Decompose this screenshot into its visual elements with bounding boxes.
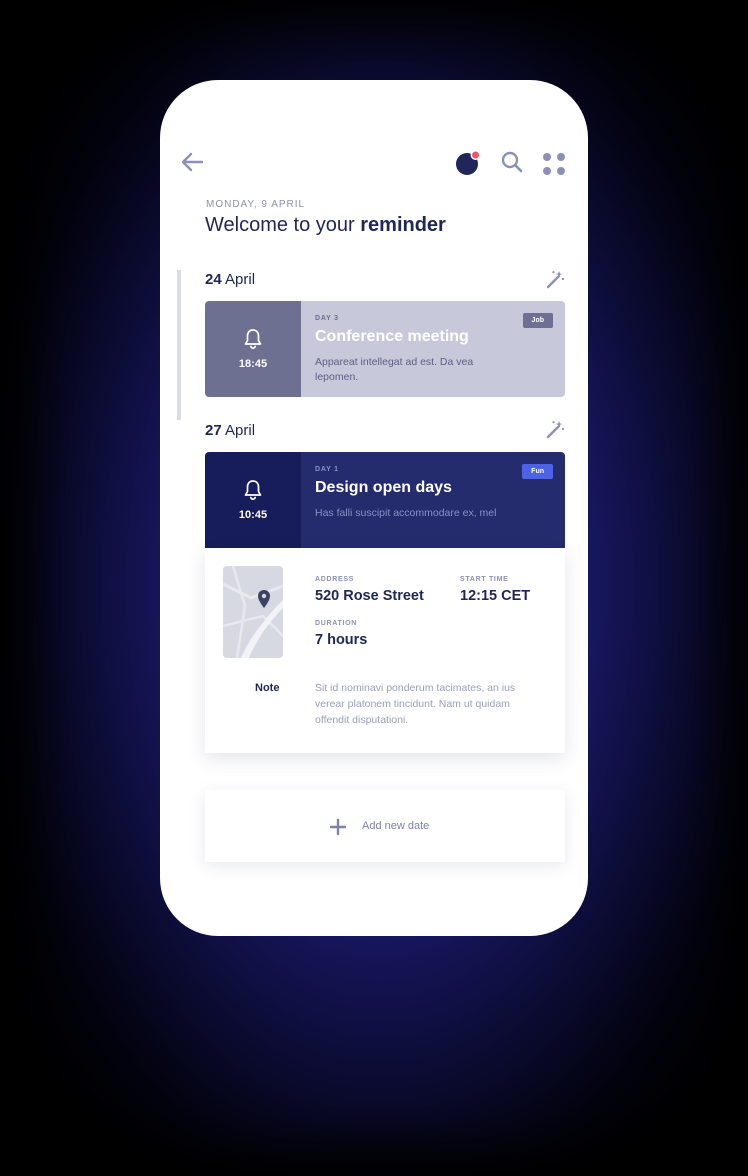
- day-month: April: [221, 422, 256, 439]
- card-title: Conference meeting: [315, 328, 469, 345]
- card-day-label: DAY 1: [315, 466, 339, 473]
- start-time-label: START TIME: [460, 576, 509, 583]
- title-bold: reminder: [360, 214, 446, 236]
- magic-wand-icon: [546, 421, 565, 439]
- tag-badge: Job: [522, 313, 553, 328]
- day-header-27-april: 27 April: [205, 422, 255, 439]
- card-title: Design open days: [315, 479, 452, 496]
- top-bar: [160, 80, 588, 200]
- card-time: 10:45: [238, 509, 268, 521]
- plus-icon: [329, 818, 347, 836]
- card-time-panel: 18:45: [205, 301, 301, 397]
- duration-label: DURATION: [315, 620, 358, 627]
- tag-badge: Fun: [522, 464, 553, 479]
- note-text: Sit id nominavi ponderum tacimates, an i…: [315, 682, 516, 726]
- add-new-date-button[interactable]: Add new date: [205, 790, 565, 862]
- avatar-button[interactable]: [455, 150, 481, 176]
- card-time: 18:45: [238, 358, 268, 370]
- edit-day-button[interactable]: [544, 419, 566, 441]
- reminder-card-conference[interactable]: 18:45 DAY 3 Conference meeting Appareat …: [205, 301, 565, 397]
- timeline-indicator: [177, 270, 181, 420]
- card-day-label: DAY 3: [315, 315, 339, 322]
- address-label: ADDRESS: [315, 576, 355, 583]
- title-prefix: Welcome to your: [205, 214, 361, 236]
- back-button[interactable]: [178, 150, 206, 174]
- card-description: Has falli suscipit accommodare ex, mel: [315, 507, 497, 519]
- edit-day-button[interactable]: [544, 269, 566, 291]
- add-new-date-label: Add new date: [362, 820, 430, 832]
- arrow-left-icon: [181, 152, 204, 172]
- avatar-icon: [456, 150, 481, 175]
- map-thumbnail[interactable]: [223, 566, 283, 658]
- menu-button[interactable]: [541, 151, 567, 177]
- search-button[interactable]: [500, 150, 524, 174]
- day-number: 24: [205, 271, 222, 288]
- search-icon: [501, 151, 523, 173]
- page-title: Welcome to your reminder: [205, 214, 446, 237]
- bell-icon: [244, 329, 262, 350]
- card-description: Appareat intellegat ad est. Da vea lepom…: [315, 356, 474, 383]
- duration-value: 7 hours: [315, 632, 368, 648]
- card-time-panel: 10:45: [205, 452, 301, 548]
- start-time-value: 12:15 CET: [460, 588, 531, 604]
- current-date: MONDAY, 9 APRIL: [206, 199, 306, 210]
- address-value: 520 Rose Street: [315, 588, 424, 604]
- day-header-24-april: 24 April: [205, 271, 255, 288]
- day-number: 27: [205, 422, 222, 439]
- card-content: DAY 3 Conference meeting Appareat intell…: [301, 301, 565, 397]
- phone-screen: MONDAY, 9 APRIL Welcome to your reminder…: [160, 80, 588, 936]
- bell-icon: [244, 480, 262, 501]
- card-content: DAY 1 Design open days Has falli suscipi…: [301, 452, 565, 548]
- day-month: April: [221, 271, 256, 288]
- magic-wand-icon: [546, 271, 565, 289]
- reminder-card-design[interactable]: 10:45 DAY 1 Design open days Has falli s…: [205, 452, 565, 548]
- grid-menu-icon: [543, 153, 565, 175]
- map-pin-icon: [223, 566, 283, 658]
- note-label: Note: [255, 682, 280, 694]
- reminder-details-panel: ADDRESS 520 Rose Street START TIME 12:15…: [205, 548, 565, 753]
